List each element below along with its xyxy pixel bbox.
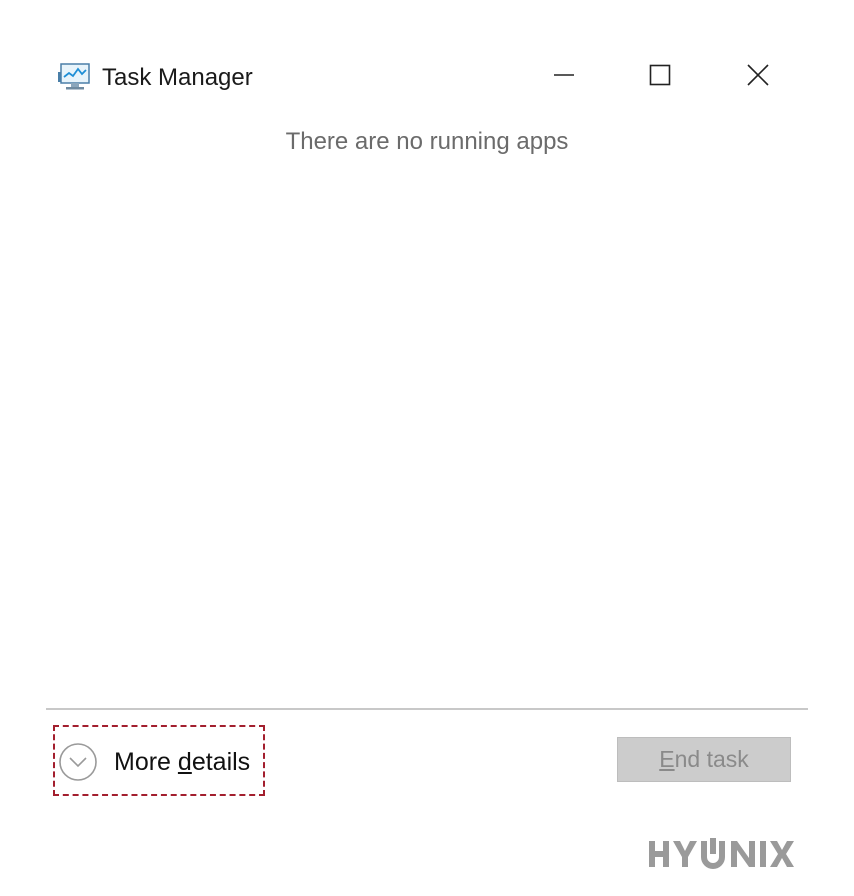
task-manager-window: Task Manager There are no running apps M… [0, 0, 854, 896]
task-manager-icon [58, 62, 92, 92]
title-bar[interactable]: Task Manager [46, 52, 808, 102]
maximize-icon [649, 64, 671, 91]
end-task-button[interactable]: End task [617, 737, 791, 782]
chevron-down-circle-icon [58, 742, 98, 782]
close-button[interactable] [724, 52, 792, 102]
more-details-button[interactable]: More details [58, 740, 250, 784]
minimize-button[interactable] [530, 52, 598, 102]
maximize-button[interactable] [626, 52, 694, 102]
minimize-icon [553, 64, 575, 91]
more-details-label: More details [114, 747, 251, 776]
footer-divider [46, 708, 808, 710]
hyunix-logo [647, 834, 797, 874]
empty-message: There are no running apps [285, 128, 569, 155]
close-icon [746, 63, 770, 92]
window-title: Task Manager [102, 64, 253, 91]
